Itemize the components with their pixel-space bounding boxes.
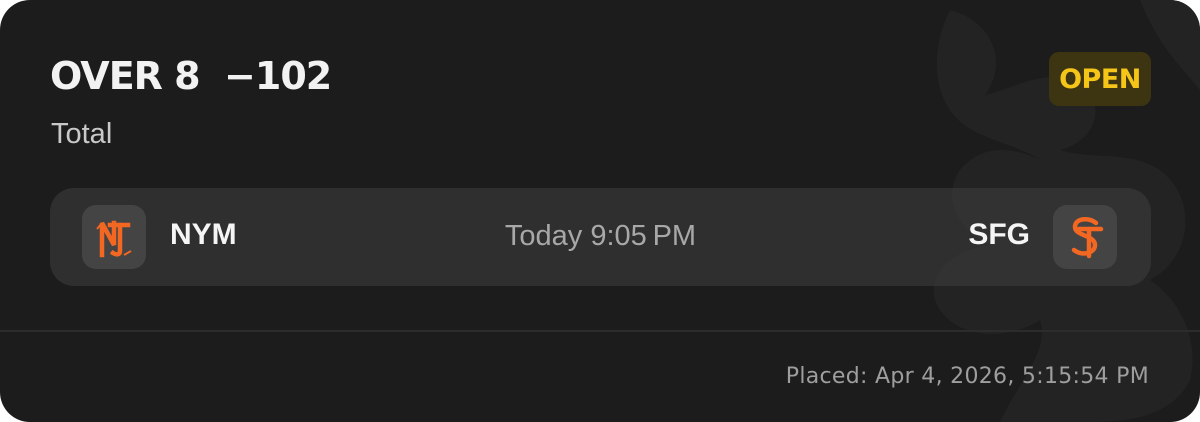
home-team-abbr: SFG (968, 218, 1030, 251)
giants-logo-icon (1053, 205, 1117, 269)
bet-type-label: Total (51, 118, 113, 150)
bet-title: OVER 8 −102 (50, 54, 332, 98)
placed-timestamp: Placed: Apr 4, 2026, 5:15:54 PM (785, 364, 1149, 389)
matchup-row[interactable]: NYM Today 9:05 PM SFG (50, 188, 1151, 286)
status-badge-label: OPEN (1059, 63, 1141, 95)
status-badge: OPEN (1049, 52, 1151, 106)
divider (0, 330, 1200, 332)
bet-card[interactable]: OVER 8 −102 Total OPEN NYM Today 9:05 PM… (0, 0, 1200, 422)
